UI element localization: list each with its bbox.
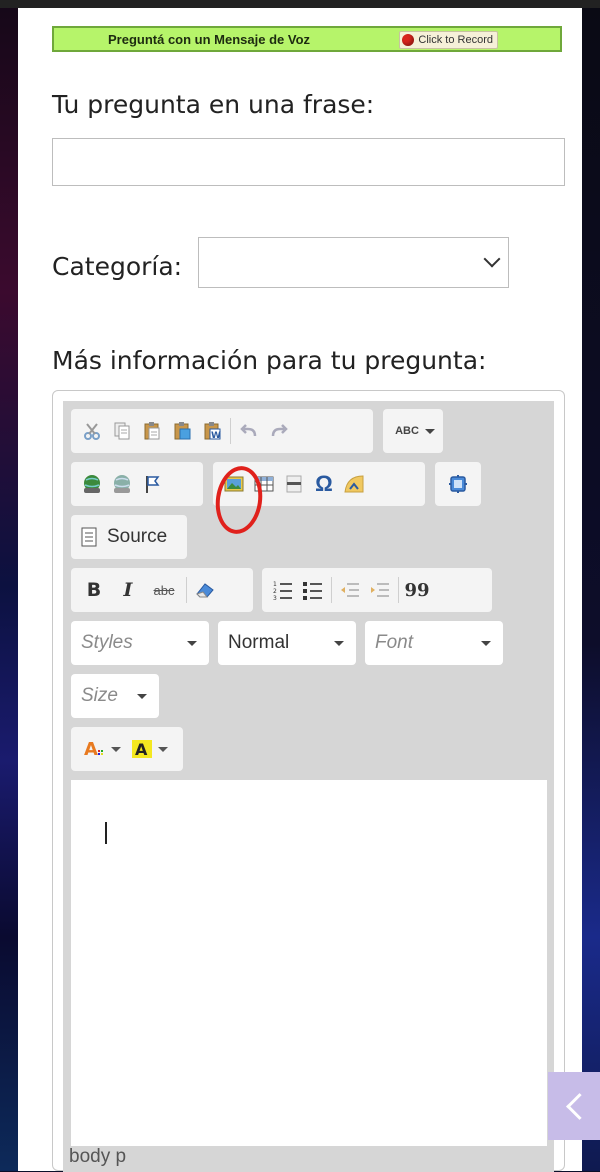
lists-toolbar: 123 99 bbox=[262, 568, 492, 612]
chevron-down-icon bbox=[137, 693, 147, 699]
svg-text:1: 1 bbox=[273, 581, 277, 588]
link-icon[interactable] bbox=[77, 469, 107, 499]
question-input[interactable] bbox=[52, 138, 565, 186]
svg-text:A: A bbox=[135, 740, 148, 759]
indent-icon[interactable] bbox=[365, 575, 395, 605]
question-form-page: Preguntá con un Mensaje de Voz Click to … bbox=[18, 8, 582, 1172]
outdent-icon[interactable] bbox=[335, 575, 365, 605]
toolbar-separator bbox=[398, 577, 399, 603]
text-color-icon[interactable]: A bbox=[79, 734, 109, 764]
basicstyles-toolbar: B I abc bbox=[71, 568, 253, 612]
svg-text:A: A bbox=[84, 739, 98, 759]
remove-format-icon[interactable] bbox=[190, 575, 220, 605]
bullet-list-icon[interactable] bbox=[298, 575, 328, 605]
record-button[interactable]: Click to Record bbox=[399, 31, 498, 49]
styles-combo[interactable]: Styles bbox=[71, 621, 209, 665]
chevron-down-icon[interactable] bbox=[111, 746, 121, 752]
blockquote-icon[interactable]: 99 bbox=[402, 575, 432, 605]
source-button[interactable]: Source bbox=[71, 515, 187, 559]
element-path: body p bbox=[69, 1146, 127, 1167]
background-right bbox=[582, 0, 600, 1171]
category-select[interactable] bbox=[198, 237, 509, 288]
chevron-down-icon bbox=[334, 640, 344, 646]
special-char-icon[interactable]: Ω bbox=[309, 469, 339, 499]
clipboard-toolbar: W bbox=[71, 409, 373, 453]
category-label: Categoría: bbox=[52, 252, 183, 281]
side-panel-tab[interactable] bbox=[548, 1072, 600, 1140]
spellcheck-glyph: ABC bbox=[395, 425, 419, 437]
quote-glyph: 99 bbox=[404, 579, 430, 601]
copy-icon[interactable] bbox=[107, 416, 137, 446]
font-combo-label: Font bbox=[375, 632, 414, 653]
chevron-down-icon bbox=[481, 640, 491, 646]
iframe-icon[interactable] bbox=[339, 469, 369, 499]
paste-icon[interactable] bbox=[137, 416, 167, 446]
spellcheck-toolbar: ABC bbox=[383, 409, 443, 453]
voice-message-bar: Preguntá con un Mensaje de Voz Click to … bbox=[52, 26, 562, 52]
unlink-icon[interactable] bbox=[107, 469, 137, 499]
svg-text:2: 2 bbox=[273, 588, 277, 595]
source-label: Source bbox=[107, 526, 168, 547]
toolbar-separator bbox=[331, 577, 332, 603]
anchor-icon[interactable] bbox=[137, 469, 167, 499]
maximize-toolbar bbox=[435, 462, 481, 506]
bold-icon: B bbox=[86, 579, 102, 601]
paste-text-icon[interactable] bbox=[167, 416, 197, 446]
spellcheck-icon[interactable]: ABC bbox=[389, 416, 425, 446]
chevron-down-icon[interactable] bbox=[158, 746, 168, 752]
editor-chrome: W ABC Ω Source B I abc 1 2 3 99 Styles N… bbox=[63, 401, 554, 1172]
source-icon bbox=[81, 527, 97, 547]
text-cursor bbox=[105, 822, 107, 844]
chevron-down-icon[interactable] bbox=[425, 428, 435, 434]
toolbar-separator bbox=[186, 577, 187, 603]
undo-icon[interactable] bbox=[234, 416, 264, 446]
italic-icon: I bbox=[123, 579, 133, 601]
rich-text-editor: W ABC Ω Source B I abc 1 2 3 99 Styles N… bbox=[52, 390, 565, 1172]
numbered-list-icon[interactable]: 123 bbox=[268, 575, 298, 605]
format-combo-label: Normal bbox=[228, 632, 290, 653]
horizontal-line-icon[interactable] bbox=[279, 469, 309, 499]
record-button-label: Click to Record bbox=[418, 34, 493, 46]
colors-toolbar: A A bbox=[71, 727, 183, 771]
background-left bbox=[0, 0, 18, 1171]
strike-icon: abc bbox=[153, 582, 175, 598]
strike-button[interactable]: abc bbox=[145, 575, 183, 605]
voice-message-label: Preguntá con un Mensaje de Voz bbox=[108, 32, 311, 47]
bold-button[interactable]: B bbox=[77, 575, 111, 605]
omega-glyph: Ω bbox=[315, 471, 333, 496]
font-combo[interactable]: Font bbox=[365, 621, 503, 665]
info-label: Más información para tu pregunta: bbox=[52, 346, 487, 375]
size-combo-label: Size bbox=[81, 685, 118, 706]
question-label: Tu pregunta en una frase: bbox=[52, 90, 375, 119]
record-dot-icon bbox=[402, 34, 415, 46]
size-combo[interactable]: Size bbox=[71, 674, 159, 718]
bg-color-icon[interactable]: A bbox=[129, 734, 155, 764]
format-combo[interactable]: Normal bbox=[218, 621, 356, 665]
redo-icon[interactable] bbox=[264, 416, 294, 446]
chevron-left-icon bbox=[565, 1092, 593, 1120]
chevron-down-icon bbox=[187, 640, 197, 646]
styles-combo-label: Styles bbox=[81, 632, 133, 653]
svg-text:3: 3 bbox=[273, 595, 277, 601]
top-bar bbox=[0, 0, 600, 8]
maximize-icon[interactable] bbox=[443, 469, 473, 499]
toolbar-separator bbox=[230, 418, 231, 444]
paste-word-icon[interactable]: W bbox=[197, 416, 227, 446]
svg-text:W: W bbox=[211, 431, 221, 441]
chevron-down-icon bbox=[483, 250, 501, 268]
italic-button[interactable]: I bbox=[111, 575, 145, 605]
editor-content-area[interactable] bbox=[71, 780, 547, 1146]
cut-icon[interactable] bbox=[77, 416, 107, 446]
links-toolbar bbox=[71, 462, 203, 506]
